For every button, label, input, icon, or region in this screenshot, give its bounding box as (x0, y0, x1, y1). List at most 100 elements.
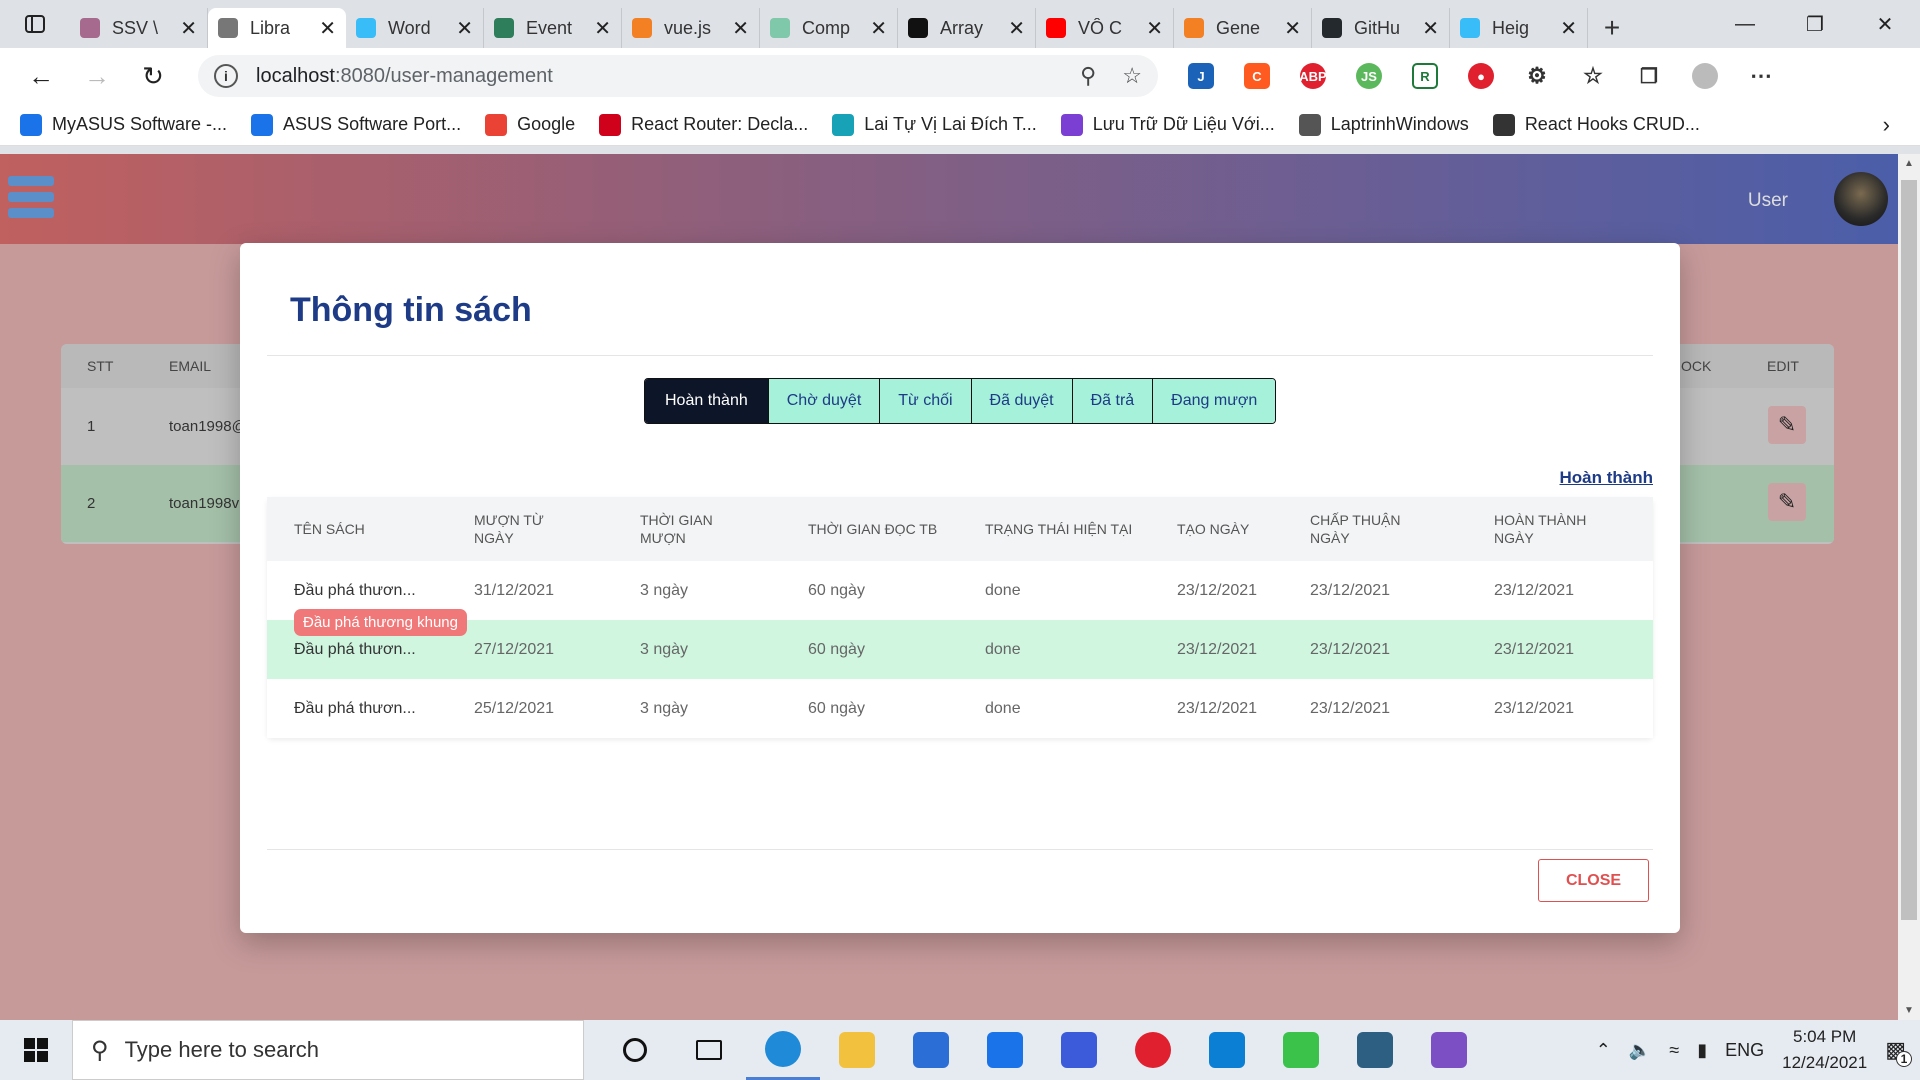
mail-icon[interactable] (968, 1020, 1042, 1080)
edit-icon[interactable]: ✎ (1768, 483, 1806, 521)
tray-overflow-icon[interactable]: ⌃ (1596, 1040, 1611, 1061)
github-desktop-icon[interactable] (1412, 1020, 1486, 1080)
extension-icon[interactable]: R (1412, 63, 1438, 89)
bookmark-item[interactable]: MyASUS Software -... (20, 113, 227, 136)
browser-tab[interactable]: Comp ✕ (760, 8, 898, 48)
tab-close-icon[interactable]: ✕ (870, 16, 887, 41)
table-row[interactable]: Đầu phá thươn... 31/12/2021 3 ngày 60 ngày d… (267, 561, 1653, 620)
bookmark-label: LaptrinhWindows (1330, 114, 1469, 134)
tab-close-icon[interactable]: ✕ (1146, 16, 1163, 41)
table-row[interactable]: Đầu phá thươn... 27/12/2021 3 ngày 60 ngày d… (267, 620, 1653, 679)
page-scrollbar[interactable]: ▲ ▼ (1898, 154, 1920, 1020)
window-close-icon[interactable]: ✕ (1850, 0, 1920, 48)
profile-avatar-icon[interactable] (1692, 63, 1718, 89)
more-menu-icon[interactable]: ⋯ (1748, 63, 1774, 89)
bookmark-item[interactable]: Google (485, 113, 575, 136)
collections-icon[interactable]: ❐ (1636, 63, 1662, 89)
minimize-icon[interactable]: — (1710, 0, 1780, 48)
mysql-workbench-icon[interactable] (1338, 1020, 1412, 1080)
opera-icon[interactable] (1116, 1020, 1190, 1080)
store-icon[interactable] (894, 1020, 968, 1080)
extension-icon[interactable]: C (1244, 63, 1270, 89)
bookmark-item[interactable]: React Router: Decla... (599, 113, 808, 136)
reload-icon[interactable]: ↻ (128, 51, 178, 101)
browser-tab[interactable]: VÔ C ✕ (1036, 8, 1174, 48)
adblock-icon[interactable]: ABP (1299, 63, 1327, 89)
segment-da-tra[interactable]: Đã trả (1071, 379, 1153, 423)
vscode-icon[interactable] (1190, 1020, 1264, 1080)
bookmark-item[interactable]: ASUS Software Port... (251, 113, 462, 136)
language-indicator[interactable]: ENG (1725, 1040, 1764, 1061)
tab-close-icon[interactable]: ✕ (456, 16, 473, 41)
tab-close-icon[interactable]: ✕ (594, 16, 611, 41)
scroll-thumb[interactable] (1901, 180, 1917, 920)
volume-icon[interactable]: 🔈 (1629, 1040, 1651, 1061)
tab-close-icon[interactable]: ✕ (1284, 16, 1301, 41)
add-favorite-icon[interactable]: ☆ (1122, 63, 1142, 89)
tab-close-icon[interactable]: ✕ (319, 16, 336, 41)
book-name-tooltip: Đầu phá thương khung (294, 609, 467, 636)
site-info-icon[interactable]: i (214, 64, 238, 88)
extensions-puzzle-icon[interactable]: ⚙ (1524, 63, 1550, 89)
scroll-up-icon[interactable]: ▲ (1904, 158, 1914, 169)
task-view-icon[interactable] (672, 1020, 746, 1080)
restore-icon[interactable]: ❐ (1780, 0, 1850, 48)
browser-tab[interactable]: SSV \ ✕ (70, 8, 208, 48)
scroll-down-icon[interactable]: ▼ (1904, 1005, 1914, 1016)
line-icon[interactable] (1264, 1020, 1338, 1080)
new-tab-button[interactable]: + (1588, 8, 1636, 48)
tab-close-icon[interactable]: ✕ (1560, 16, 1577, 41)
status-link[interactable]: Hoàn thành (1560, 468, 1654, 488)
bookmark-label: ASUS Software Port... (283, 114, 462, 134)
tab-title: Comp (802, 17, 851, 38)
extension-icon[interactable]: JS (1356, 63, 1382, 89)
browser-tab[interactable]: Gene ✕ (1174, 8, 1312, 48)
extension-icon[interactable]: J (1188, 63, 1214, 89)
back-arrow-icon[interactable]: ← (16, 51, 66, 101)
segment-da-duyet[interactable]: Đã duyệt (970, 379, 1072, 423)
edit-icon[interactable]: ✎ (1768, 406, 1806, 444)
windows-start-icon[interactable] (0, 1020, 72, 1080)
tab-close-icon[interactable]: ✕ (1008, 16, 1025, 41)
bookmark-item[interactable]: React Hooks CRUD... (1492, 113, 1700, 136)
azure-studio-icon[interactable] (1042, 1020, 1116, 1080)
browser-tab[interactable]: Heig ✕ (1450, 8, 1588, 48)
table-row[interactable]: Đầu phá thươn... 25/12/2021 3 ngày 60 ngày d… (267, 679, 1653, 738)
table-cell: 31/12/2021 (474, 581, 555, 599)
tab-close-icon[interactable]: ✕ (1422, 16, 1439, 41)
clock[interactable]: 5:04 PM 12/24/2021 (1782, 1024, 1867, 1076)
taskbar-search[interactable]: ⚲ Type here to search (72, 1020, 584, 1080)
segment-cho-duyet[interactable]: Chờ duyệt (767, 379, 880, 423)
file-explorer-icon[interactable] (820, 1020, 894, 1080)
favorites-icon[interactable]: ☆ (1580, 63, 1606, 89)
close-button[interactable]: CLOSE (1538, 859, 1649, 902)
url-bar[interactable]: i localhost:8080/user-management ⚲ ☆ (198, 55, 1158, 97)
bookmarks-more-icon[interactable]: › (1883, 112, 1890, 138)
browser-tab[interactable]: Array ✕ (898, 8, 1036, 48)
bookmark-item[interactable]: LaptrinhWindows (1298, 113, 1469, 136)
tab-close-icon[interactable]: ✕ (180, 16, 197, 41)
wifi-icon[interactable]: ≈ (1669, 1040, 1679, 1061)
forward-arrow-icon[interactable]: → (72, 51, 122, 101)
avatar[interactable] (1834, 172, 1888, 226)
extension-icon[interactable]: ● (1468, 63, 1494, 89)
segment-hoan-thanh[interactable]: Hoàn thành (645, 379, 768, 423)
browser-tab[interactable]: Word ✕ (346, 8, 484, 48)
segment-dang-muon[interactable]: Đang mượn (1152, 379, 1276, 423)
browser-tab[interactable]: Event ✕ (484, 8, 622, 48)
tab-actions-icon[interactable] (0, 0, 70, 48)
bookmark-item[interactable]: Lai Tự Vị Lai Đích T... (832, 113, 1037, 136)
segment-tu-choi[interactable]: Từ chối (879, 379, 971, 423)
edge-icon[interactable] (746, 1020, 820, 1080)
browser-tab[interactable]: Libra ✕ (208, 8, 346, 48)
tab-close-icon[interactable]: ✕ (732, 16, 749, 41)
cortana-icon[interactable] (598, 1020, 672, 1080)
browser-tab[interactable]: GitHu ✕ (1312, 8, 1450, 48)
menu-hamburger-icon[interactable] (8, 176, 54, 222)
browser-tab[interactable]: vue.js ✕ (622, 8, 760, 48)
table-cell: 23/12/2021 (1494, 640, 1575, 658)
battery-icon[interactable]: ▮ (1697, 1040, 1707, 1061)
notification-icon[interactable]: ▩ 1 (1885, 1037, 1912, 1067)
bookmark-item[interactable]: Lưu Trữ Dữ Liệu Với... (1060, 113, 1275, 136)
zoom-icon[interactable]: ⚲ (1080, 63, 1096, 89)
